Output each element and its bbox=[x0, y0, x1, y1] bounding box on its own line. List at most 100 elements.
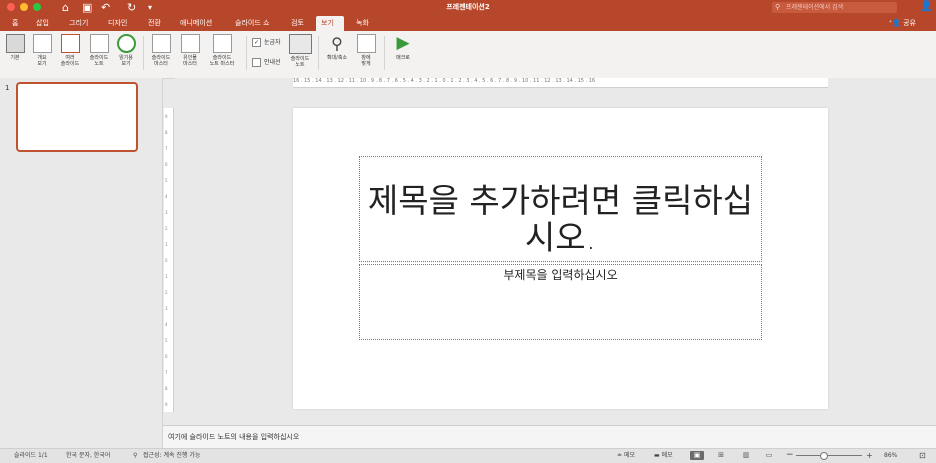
accessibility-status[interactable]: 접근성: 계속 진행 가능 bbox=[143, 449, 200, 462]
vertical-ruler-tick-label: 7 bbox=[165, 370, 168, 375]
account-icon[interactable]: 👤 bbox=[920, 1, 932, 12]
vertical-ruler-tick-label: 8 bbox=[165, 386, 168, 391]
vertical-ruler-tick-label: 2 bbox=[165, 290, 168, 295]
slide-sorter-label: 여러 슬라이드 bbox=[60, 55, 80, 67]
vertical-ruler-tick-label: 3 bbox=[165, 210, 168, 215]
search-box[interactable]: ⚲ bbox=[772, 2, 897, 13]
vertical-ruler-tick-label: 9 bbox=[165, 402, 168, 407]
outline-view-icon bbox=[32, 34, 52, 53]
tab-review[interactable]: 검토 bbox=[286, 16, 309, 31]
zoom-magnifier-icon: ⚲ bbox=[331, 34, 343, 53]
zoom-in-button[interactable]: + bbox=[866, 449, 873, 462]
ribbon-view: 기본 개요 보기 여러 슬라이드 슬라이드 노트 읽기용 보기 슬라이드 마스터… bbox=[0, 31, 936, 79]
macros-label: 매크로 bbox=[396, 55, 410, 61]
share-label: 공유 bbox=[903, 19, 916, 27]
slide-sorter-status-button[interactable]: ⊞ bbox=[714, 451, 728, 460]
outline-view-button[interactable]: 개요 보기 bbox=[31, 34, 53, 67]
slide-counter: 슬라이드 1/1 bbox=[14, 452, 48, 459]
comments-status-button[interactable]: ▬ 메모 bbox=[654, 449, 673, 462]
notes-page-icon bbox=[89, 34, 109, 53]
horizontal-ruler: 16 . 15 . 14 . 13 . 12 . 11 . 10 . 9 . 8… bbox=[175, 78, 936, 88]
notes-status-label: 메모 bbox=[623, 452, 635, 459]
normal-view-button[interactable]: 기본 bbox=[3, 34, 27, 61]
notes-page-button[interactable]: 슬라이드 노트 bbox=[86, 34, 112, 67]
vertical-ruler-tick-label: 5 bbox=[165, 338, 168, 343]
slide-master-icon bbox=[151, 34, 171, 53]
language-indicator[interactable]: 한국 문자, 한국어 bbox=[66, 449, 110, 462]
ribbon-separator bbox=[246, 36, 247, 70]
ribbon-separator bbox=[318, 36, 319, 70]
checkmark-icon: ✓ bbox=[252, 38, 261, 47]
play-macro-icon: ▶ bbox=[396, 33, 410, 53]
tab-record[interactable]: 녹화 bbox=[351, 16, 374, 31]
vertical-ruler-scale: 9 8 7 6 5 4 3 2 1 0 1 2 3 4 5 6 7 8 9 bbox=[164, 108, 174, 412]
guides-checkbox[interactable]: 안내선 bbox=[252, 58, 281, 67]
zoom-button[interactable]: ⚲ 확대/축소 bbox=[322, 34, 352, 61]
zoom-slider[interactable] bbox=[796, 455, 862, 456]
share-button[interactable]: ⁺👤 공유 bbox=[888, 16, 916, 30]
outline-view-label: 개요 보기 bbox=[37, 55, 47, 67]
notes-toggle-button[interactable]: 슬라이드 노트 bbox=[287, 34, 313, 68]
notes-toggle-label: 슬라이드 노트 bbox=[290, 56, 310, 68]
share-icon: ⁺👤 bbox=[888, 19, 904, 27]
title-placeholder[interactable]: 제목을 추가하려면 클릭하십시오. bbox=[359, 156, 762, 262]
fit-to-window-button[interactable]: 창에 맞게 bbox=[355, 34, 377, 67]
tab-design[interactable]: 디자인 bbox=[103, 16, 132, 31]
slideshow-status-button[interactable]: ▭ bbox=[762, 451, 776, 460]
fit-window-icon bbox=[356, 34, 376, 53]
tab-slideshow[interactable]: 슬라이드 쇼 bbox=[230, 16, 274, 31]
accessibility-icon[interactable]: ⚲ bbox=[133, 449, 137, 462]
tab-animations[interactable]: 애니메이션 bbox=[175, 16, 217, 31]
notes-master-button[interactable]: 슬라이드 노트 마스터 bbox=[204, 34, 240, 67]
zoom-percentage[interactable]: 86% bbox=[884, 449, 897, 462]
reading-view-status-button[interactable]: ▥ bbox=[739, 451, 753, 460]
subtitle-placeholder[interactable]: 부제목을 입력하십시오 bbox=[359, 264, 762, 340]
notes-status-button[interactable]: ≐ 메모 bbox=[617, 449, 635, 462]
fit-slide-icon[interactable]: ⊡ bbox=[919, 449, 926, 462]
vertical-ruler-tick-label: 8 bbox=[165, 130, 168, 135]
zoom-out-button[interactable]: − bbox=[786, 449, 794, 462]
slide-thumbnail[interactable] bbox=[16, 82, 138, 152]
status-bar: 슬라이드 1/1 한국 문자, 한국어 ⚲ 접근성: 계속 진행 가능 ≐ 메모… bbox=[0, 448, 936, 463]
notes-master-icon bbox=[212, 34, 232, 53]
slide-number: 1 bbox=[5, 84, 10, 92]
vertical-ruler-tick-label: 0 bbox=[165, 258, 168, 263]
handout-master-button[interactable]: 유인물 마스터 bbox=[178, 34, 202, 67]
tab-draw[interactable]: 그리기 bbox=[64, 16, 93, 31]
ribbon-separator bbox=[143, 36, 144, 70]
tab-insert[interactable]: 삽입 bbox=[31, 16, 54, 31]
vertical-ruler: 9 8 7 6 5 4 3 2 1 0 1 2 3 4 5 6 7 8 9 bbox=[163, 90, 174, 425]
notes-master-label: 슬라이드 노트 마스터 bbox=[209, 55, 235, 67]
vertical-ruler-tick-label: 4 bbox=[165, 194, 168, 199]
search-input[interactable] bbox=[786, 2, 891, 13]
tab-transitions[interactable]: 전환 bbox=[143, 16, 166, 31]
reading-view-label: 읽기용 보기 bbox=[119, 55, 133, 67]
zoom-slider-handle[interactable] bbox=[820, 452, 828, 460]
tab-view[interactable]: 보기 bbox=[316, 16, 344, 31]
slide-thumbnail-pane: 1 bbox=[0, 78, 163, 448]
vertical-ruler-tick-label: 9 bbox=[165, 114, 168, 119]
notes-icon: ≐ bbox=[617, 452, 624, 459]
macros-button[interactable]: ▶ 매크로 bbox=[390, 33, 416, 62]
notes-pane[interactable]: 여기에 슬라이드 노트의 내용을 입력하십시오 bbox=[163, 425, 936, 448]
normal-view-label: 기본 bbox=[10, 55, 20, 61]
slide-canvas[interactable]: 제목을 추가하려면 클릭하십시오. 부제목을 입력하십시오 bbox=[293, 108, 828, 409]
title-bar: ⌂ ▣ ↶ ↻ ▾ 프레젠테이션2 ⚲ 👤 bbox=[0, 0, 936, 15]
vertical-ruler-tick-label: 7 bbox=[165, 146, 168, 151]
checkbox-empty-icon bbox=[252, 58, 261, 67]
slide-sorter-button[interactable]: 여러 슬라이드 bbox=[57, 34, 83, 67]
reading-view-button[interactable]: 읽기용 보기 bbox=[115, 34, 137, 67]
tab-home[interactable]: 홈 bbox=[7, 16, 23, 31]
guides-label: 안내선 bbox=[264, 59, 281, 66]
ruler-checkbox[interactable]: ✓ 눈금자 bbox=[252, 38, 281, 47]
notes-panel-icon bbox=[288, 34, 312, 54]
slide-master-button[interactable]: 슬라이드 마스터 bbox=[148, 34, 174, 67]
fit-window-label: 창에 맞게 bbox=[361, 55, 371, 67]
comments-status-label: 메모 bbox=[661, 452, 673, 459]
normal-view-status-button[interactable]: ▣ bbox=[690, 451, 704, 460]
ribbon-tab-bar: 홈 삽입 그리기 디자인 전환 애니메이션 슬라이드 쇼 검토 보기 녹화 ⁺👤… bbox=[0, 15, 936, 31]
ruler-scale: 16 . 15 . 14 . 13 . 12 . 11 . 10 . 9 . 8… bbox=[293, 78, 828, 88]
comment-icon: ▬ bbox=[654, 452, 662, 459]
notes-page-label: 슬라이드 노트 bbox=[89, 55, 109, 67]
reading-view-icon bbox=[116, 34, 136, 53]
